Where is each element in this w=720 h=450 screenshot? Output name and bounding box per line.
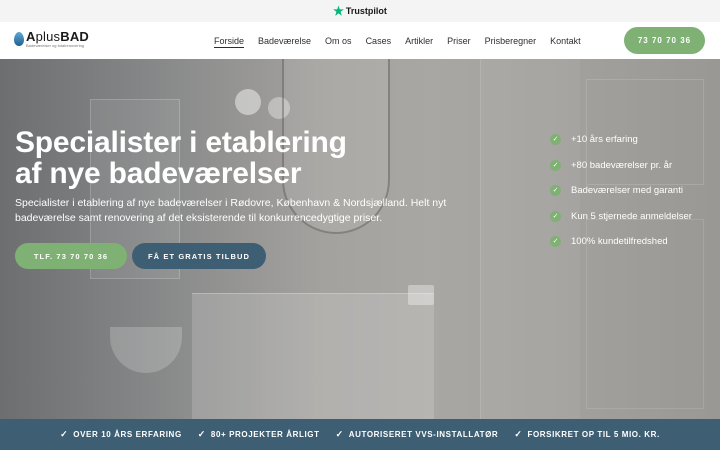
nav-item-forside[interactable]: Forside (214, 22, 245, 59)
nav-item-artikler[interactable]: Artikler (405, 22, 433, 59)
feature-item: ✓ +80 badeværelser pr. år (550, 153, 692, 179)
feature-item: ✓ Badeværelser med garanti (550, 178, 692, 204)
feature-item: ✓ 100% kundetilfredshed (550, 229, 692, 255)
trustpilot-bar: ★ Trustpilot (0, 0, 720, 22)
hero-background-toilet (110, 327, 182, 373)
hero-title: Specialister i etablering af nye badevær… (15, 126, 347, 190)
logo[interactable]: AplusBAD Badeværelser og totalrenovering (14, 30, 89, 48)
check-circle-icon: ✓ (550, 134, 561, 146)
call-button[interactable]: TLF. 73 70 70 36 (15, 243, 127, 269)
usp-item: ✓ FORSIKRET OP TIL 5 MIO. KR. (514, 429, 660, 439)
check-icon: ✓ (197, 429, 206, 439)
usp-item: ✓ 80+ PROJEKTER ÅRLIGT (197, 429, 320, 439)
check-circle-icon: ✓ (550, 185, 561, 197)
trustpilot-badge[interactable]: ★ Trustpilot (333, 5, 387, 17)
check-icon: ✓ (335, 429, 344, 439)
feature-item: ✓ Kun 5 stjernede anmeldelser (550, 204, 692, 230)
hero-background-outlet (408, 285, 434, 305)
hero-background-lamp (235, 89, 261, 115)
check-circle-icon: ✓ (550, 236, 561, 248)
hero-background-vanity (192, 293, 434, 419)
star-icon: ★ (333, 4, 344, 18)
nav-item-priser[interactable]: Priser (447, 22, 471, 59)
water-drop-icon (14, 32, 24, 46)
logo-name: AplusBAD (26, 29, 90, 44)
hero-subtitle: Specialister i etablering af nye badevær… (15, 197, 447, 224)
nav-item-kontakt[interactable]: Kontakt (550, 22, 581, 59)
main-navigation: AplusBAD Badeværelser og totalrenovering… (0, 22, 720, 59)
check-circle-icon: ✓ (550, 159, 561, 171)
trustpilot-label: Trustpilot (345, 6, 387, 16)
free-offer-button[interactable]: FÅ ET GRATIS TILBUD (132, 243, 266, 269)
feature-item: ✓ +10 års erfaring (550, 127, 692, 153)
nav-item-cases[interactable]: Cases (366, 22, 392, 59)
nav-item-om-os[interactable]: Om os (325, 22, 352, 59)
feature-list: ✓ +10 års erfaring ✓ +80 badeværelser pr. … (550, 127, 692, 255)
nav-menu: Forside Badeværelse Om os Cases Artikler… (214, 22, 595, 59)
usp-bar: ✓ OVER 10 ÅRS ERFARING ✓ 80+ PROJEKTER ÅRL… (0, 419, 720, 450)
check-circle-icon: ✓ (550, 210, 561, 222)
nav-item-prisberegner[interactable]: Prisberegner (485, 22, 537, 59)
nav-item-badevaerelse[interactable]: Badeværelse (258, 22, 311, 59)
nav-phone-button[interactable]: 73 70 70 36 (624, 27, 705, 54)
logo-tagline: Badeværelser og totalrenovering (26, 43, 85, 48)
usp-item: ✓ OVER 10 ÅRS ERFARING (60, 429, 182, 439)
usp-item: ✓ AUTORISERET VVS-INSTALLATØR (335, 429, 499, 439)
check-icon: ✓ (514, 429, 523, 439)
check-icon: ✓ (60, 429, 69, 439)
